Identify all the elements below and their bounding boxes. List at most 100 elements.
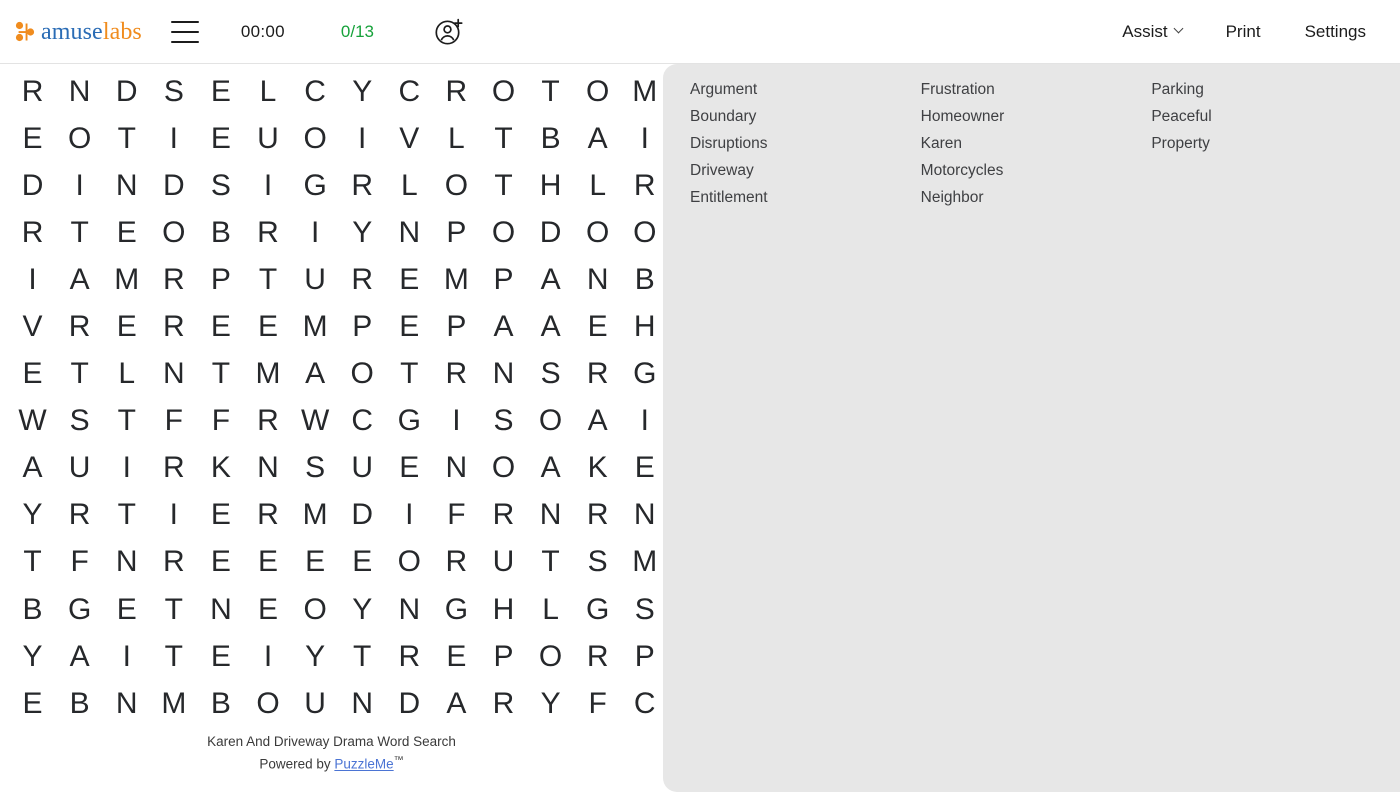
grid-cell[interactable]: O — [574, 68, 621, 115]
timer[interactable]: 00:00 — [241, 22, 285, 42]
grid-cell[interactable]: L — [386, 162, 433, 209]
grid-cell[interactable]: F — [56, 539, 103, 586]
grid-cell[interactable]: N — [433, 445, 480, 492]
grid-cell[interactable]: E — [386, 256, 433, 303]
grid-cell[interactable]: D — [150, 162, 197, 209]
grid-cell[interactable]: E — [103, 303, 150, 350]
grid-cell[interactable]: C — [339, 398, 386, 445]
grid-cell[interactable]: I — [150, 492, 197, 539]
grid-cell[interactable]: P — [339, 303, 386, 350]
grid-cell[interactable]: E — [339, 539, 386, 586]
grid-cell[interactable]: R — [386, 633, 433, 680]
amuselabs-logo[interactable]: amuselabs — [14, 15, 142, 49]
grid-cell[interactable]: Y — [339, 209, 386, 256]
grid-cell[interactable]: P — [197, 256, 244, 303]
word-list-item[interactable]: Property — [1151, 130, 1382, 157]
grid-cell[interactable]: E — [197, 115, 244, 162]
grid-cell[interactable]: U — [292, 256, 339, 303]
word-list-item[interactable]: Driveway — [690, 157, 921, 184]
grid-cell[interactable]: A — [433, 680, 480, 727]
grid-cell[interactable]: O — [244, 680, 291, 727]
grid-cell[interactable]: R — [339, 162, 386, 209]
grid-cell[interactable]: L — [527, 586, 574, 633]
grid-cell[interactable]: T — [56, 209, 103, 256]
grid-cell[interactable]: I — [433, 398, 480, 445]
grid-cell[interactable]: N — [244, 445, 291, 492]
grid-cell[interactable]: I — [150, 115, 197, 162]
grid-cell[interactable]: S — [197, 162, 244, 209]
grid-cell[interactable]: R — [574, 633, 621, 680]
grid-cell[interactable]: R — [56, 303, 103, 350]
grid-cell[interactable]: R — [56, 492, 103, 539]
grid-cell[interactable]: N — [103, 162, 150, 209]
grid-cell[interactable]: C — [386, 68, 433, 115]
grid-cell[interactable]: R — [433, 351, 480, 398]
grid-cell[interactable]: I — [386, 492, 433, 539]
grid-cell[interactable]: V — [9, 303, 56, 350]
grid-cell[interactable]: Y — [9, 633, 56, 680]
grid-cell[interactable]: I — [621, 398, 668, 445]
grid-cell[interactable]: M — [292, 492, 339, 539]
print-button[interactable]: Print — [1216, 16, 1271, 48]
grid-cell[interactable]: G — [292, 162, 339, 209]
word-list-item[interactable]: Entitlement — [690, 184, 921, 211]
grid-cell[interactable]: H — [480, 586, 527, 633]
grid-cell[interactable]: I — [244, 633, 291, 680]
grid-cell[interactable]: A — [527, 256, 574, 303]
grid-cell[interactable]: M — [433, 256, 480, 303]
grid-cell[interactable]: R — [150, 445, 197, 492]
grid-cell[interactable]: T — [527, 68, 574, 115]
grid-cell[interactable]: T — [339, 633, 386, 680]
grid-cell[interactable]: N — [56, 68, 103, 115]
word-list-item[interactable]: Argument — [690, 76, 921, 103]
grid-cell[interactable]: N — [197, 586, 244, 633]
grid-cell[interactable]: O — [527, 398, 574, 445]
add-user-icon[interactable] — [434, 17, 464, 47]
grid-cell[interactable]: E — [9, 351, 56, 398]
grid-cell[interactable]: M — [150, 680, 197, 727]
grid-cell[interactable]: M — [292, 303, 339, 350]
grid-cell[interactable]: E — [574, 303, 621, 350]
grid-cell[interactable]: S — [150, 68, 197, 115]
grid-cell[interactable]: F — [574, 680, 621, 727]
progress-counter[interactable]: 0/13 — [341, 22, 374, 42]
word-list-item[interactable]: Neighbor — [921, 184, 1152, 211]
grid-cell[interactable]: N — [621, 492, 668, 539]
grid-cell[interactable]: U — [339, 445, 386, 492]
grid-cell[interactable]: R — [621, 162, 668, 209]
grid-cell[interactable]: P — [480, 256, 527, 303]
grid-cell[interactable]: B — [197, 680, 244, 727]
grid-cell[interactable]: L — [244, 68, 291, 115]
grid-cell[interactable]: N — [103, 680, 150, 727]
grid-cell[interactable]: R — [574, 351, 621, 398]
grid-cell[interactable]: R — [480, 680, 527, 727]
grid-cell[interactable]: M — [103, 256, 150, 303]
grid-cell[interactable]: U — [480, 539, 527, 586]
grid-cell[interactable]: E — [386, 303, 433, 350]
word-list-item[interactable]: Homeowner — [921, 103, 1152, 130]
grid-cell[interactable]: T — [9, 539, 56, 586]
grid-cell[interactable]: R — [244, 492, 291, 539]
grid-cell[interactable]: T — [480, 162, 527, 209]
grid-cell[interactable]: I — [103, 445, 150, 492]
settings-button[interactable]: Settings — [1295, 16, 1376, 48]
grid-cell[interactable]: F — [433, 492, 480, 539]
grid-cell[interactable]: U — [244, 115, 291, 162]
grid-cell[interactable]: I — [244, 162, 291, 209]
grid-cell[interactable]: E — [433, 633, 480, 680]
grid-cell[interactable]: R — [480, 492, 527, 539]
grid-cell[interactable]: T — [56, 351, 103, 398]
grid-cell[interactable]: E — [103, 209, 150, 256]
grid-cell[interactable]: G — [574, 586, 621, 633]
grid-cell[interactable]: O — [339, 351, 386, 398]
grid-cell[interactable]: R — [244, 209, 291, 256]
grid-cell[interactable]: B — [197, 209, 244, 256]
grid-cell[interactable]: E — [244, 586, 291, 633]
grid-cell[interactable]: N — [150, 351, 197, 398]
grid-cell[interactable]: R — [574, 492, 621, 539]
grid-cell[interactable]: O — [292, 586, 339, 633]
grid-cell[interactable]: Y — [292, 633, 339, 680]
grid-cell[interactable]: S — [56, 398, 103, 445]
grid-cell[interactable]: N — [480, 351, 527, 398]
word-list-item[interactable]: Motorcycles — [921, 157, 1152, 184]
